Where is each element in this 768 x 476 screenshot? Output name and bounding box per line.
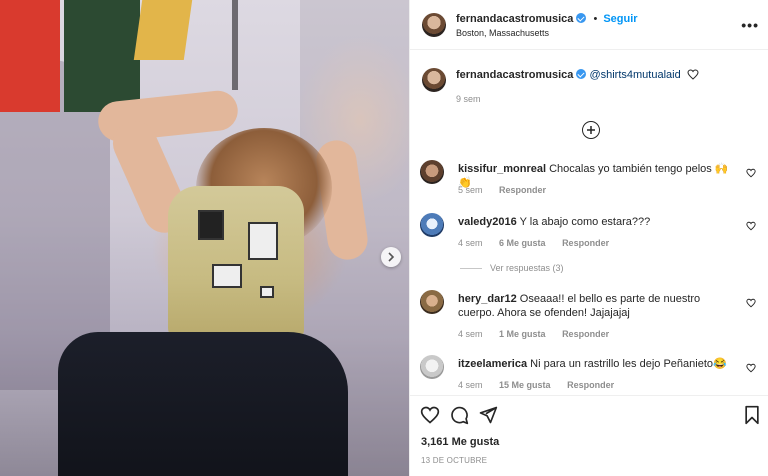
comment-body: hery_dar12 Oseaaa!! el bello es parte de… (458, 292, 738, 320)
comment-username[interactable]: hery_dar12 (458, 293, 517, 305)
jeans (58, 332, 348, 476)
yellow-flag (133, 0, 193, 60)
patch (248, 222, 278, 260)
comment-username[interactable]: itzeelamerica (458, 358, 527, 370)
comment-like-heart-icon[interactable] (746, 298, 756, 308)
comment-username[interactable]: kissifur_monreal (458, 163, 546, 175)
comment-avatar[interactable] (420, 355, 444, 379)
plus-circle-icon (587, 126, 595, 134)
verified-badge-icon (576, 13, 587, 23)
patch (198, 210, 224, 240)
comment-item: hery_dar12 Oseaaa!! el bello es parte de… (420, 290, 760, 340)
comment-username[interactable]: valedy2016 (458, 216, 517, 228)
caption-time: 9 sem (456, 94, 481, 104)
reply-button[interactable]: Responder (562, 329, 609, 339)
comment-item: itzeelamerica Ni para un rastrillo les d… (420, 355, 760, 395)
comment-likes-count[interactable]: 15 Me gusta (499, 380, 551, 390)
comment-likes-count[interactable]: 6 Me gusta (499, 238, 546, 248)
author-avatar[interactable] (422, 13, 446, 37)
comment-time: 4 sem (458, 329, 483, 339)
share-icon[interactable] (478, 405, 498, 425)
caption-username[interactable]: fernandacastromusica (456, 69, 573, 81)
comment-item: valedy2016 Y la abajo como estara??? 4 s… (420, 213, 760, 253)
carousel-next-button[interactable] (381, 247, 401, 267)
comment-icon[interactable] (449, 405, 469, 425)
comment-like-heart-icon[interactable] (746, 221, 756, 231)
reply-button[interactable]: Responder (562, 238, 609, 248)
caption-mention[interactable]: @shirts4mutualaid (589, 69, 680, 81)
post-date: 13 DE OCTUBRE (421, 456, 488, 465)
post-action-bar: 3,161 Me gusta 13 DE OCTUBRE (409, 395, 768, 476)
likes-count[interactable]: 3,161 Me gusta (421, 436, 499, 448)
separator-dot: • (593, 13, 598, 25)
caption-body: fernandacastromusica @shirts4mutualaid 9… (456, 69, 699, 104)
comment-meta: 5 sem Responder (458, 185, 560, 195)
post-header: fernandacastromusica • Seguir Boston, Mas… (410, 0, 768, 50)
location-link[interactable]: Boston, Massachusetts (456, 28, 638, 38)
load-more-comments-button[interactable] (582, 121, 600, 139)
comment-meta: 4 sem 1 Me gusta Responder (458, 329, 623, 339)
patch (260, 286, 274, 298)
comment-like-heart-icon[interactable] (746, 168, 756, 178)
wall-wire (232, 0, 238, 90)
comment-meta: 4 sem 15 Me gusta Responder (458, 380, 628, 390)
header-text: fernandacastromusica • Seguir Boston, Mas… (456, 13, 638, 38)
comment-meta: 4 sem 6 Me gusta Responder (458, 238, 623, 248)
reply-button[interactable]: Responder (567, 380, 614, 390)
comment-text: Ni para un rastrillo les dejo Peñanieto😂 (530, 358, 727, 370)
comment-avatar[interactable] (420, 213, 444, 237)
comment-body: valedy2016 Y la abajo como estara??? (458, 215, 738, 229)
reply-button[interactable]: Responder (499, 185, 546, 195)
patch (212, 264, 242, 288)
comment-like-heart-icon[interactable] (746, 363, 756, 373)
chevron-right-icon (388, 252, 395, 262)
comment-time: 4 sem (458, 380, 483, 390)
comment-avatar[interactable] (420, 290, 444, 314)
comment-likes-count[interactable]: 1 Me gusta (499, 329, 546, 339)
heart-emoji-icon (687, 69, 699, 80)
view-replies-label: Ver respuestas (3) (490, 263, 564, 273)
bookmark-icon[interactable] (744, 405, 760, 425)
instagram-post-viewer: fernandacastromusica • Seguir Boston, Mas… (0, 0, 768, 476)
comment-time: 5 sem (458, 185, 483, 195)
patched-top (168, 186, 304, 340)
green-flag (64, 0, 140, 112)
red-flag (0, 0, 60, 112)
comment-text: Y la abajo como estara??? (519, 216, 651, 228)
comment-avatar[interactable] (420, 160, 444, 184)
comment-time: 4 sem (458, 238, 483, 248)
comment-body: itzeelamerica Ni para un rastrillo les d… (458, 357, 738, 371)
follow-button[interactable]: Seguir (603, 13, 637, 25)
post-photo (0, 0, 409, 476)
caption-author-avatar[interactable] (422, 68, 446, 92)
view-replies-button[interactable]: Ver respuestas (3) (460, 263, 564, 273)
heart-icon[interactable] (420, 405, 440, 425)
more-options-icon[interactable]: ••• (741, 17, 759, 33)
verified-badge-icon (576, 69, 587, 79)
divider-line (460, 268, 482, 270)
comment-item: kissifur_monreal Chocalas yo también ten… (420, 160, 760, 200)
author-username[interactable]: fernandacastromusica (456, 13, 573, 25)
